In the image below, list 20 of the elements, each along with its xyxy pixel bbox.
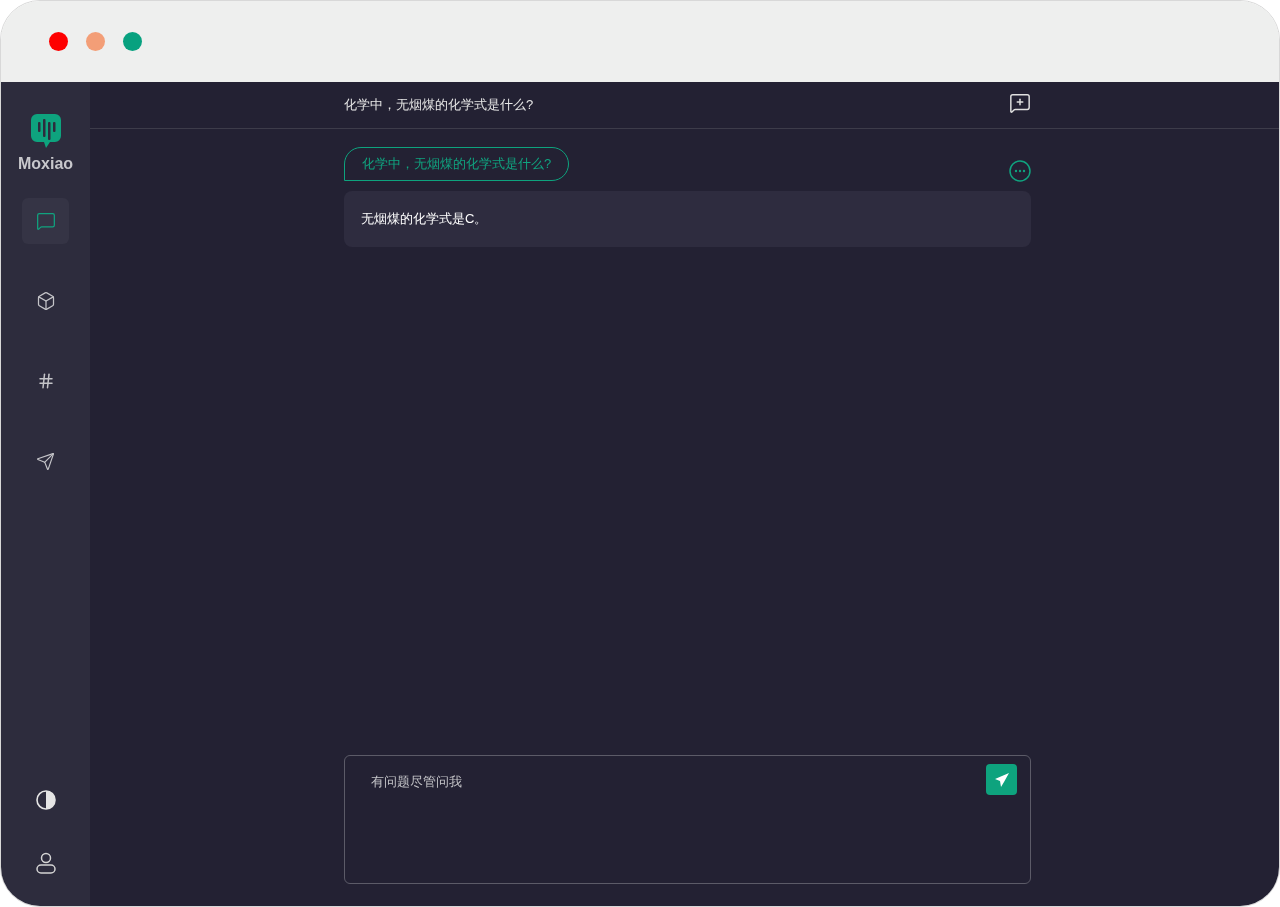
new-chat-icon <box>1009 92 1031 114</box>
paper-plane-icon <box>993 771 1010 788</box>
logo-text: Moxiao <box>17 154 74 174</box>
more-icon <box>1009 160 1031 182</box>
contrast-icon <box>35 790 56 810</box>
sidebar-nav-item[interactable] <box>22 198 69 244</box>
sidebar-bottom-button[interactable] <box>35 790 56 810</box>
user-icon <box>35 852 56 874</box>
hash-icon <box>36 372 55 390</box>
more-options-button[interactable] <box>1009 160 1031 182</box>
answer-bubble: 无烟煤的化学式是C。 <box>344 191 1031 247</box>
chat-icon <box>35 211 56 231</box>
message-input[interactable]: 有问题尽管问我 <box>345 756 1030 883</box>
cube-icon <box>35 291 56 311</box>
new-chat-button[interactable] <box>1009 92 1031 114</box>
send-button[interactable] <box>986 764 1017 795</box>
chat-title: 化学中，无烟煤的化学式是什么? <box>344 96 534 115</box>
send-icon <box>36 451 55 471</box>
logo-icon <box>30 114 61 148</box>
sidebar-bottom-button[interactable] <box>35 852 56 874</box>
